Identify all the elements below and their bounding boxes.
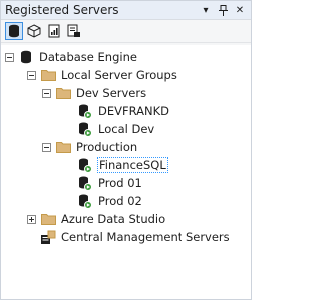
tree-node-devfrankd[interactable]: DEVFRANKD — [77, 103, 170, 119]
analysis-services-tool-icon[interactable] — [25, 22, 43, 40]
collapse-icon[interactable] — [27, 70, 36, 80]
expand-icon[interactable] — [27, 214, 36, 224]
collapse-icon[interactable] — [42, 88, 51, 98]
server-running-icon — [77, 175, 93, 191]
panel-titlebar: Registered Servers ▾ ✕ — [1, 1, 251, 20]
server-running-icon — [77, 103, 93, 119]
folder-icon — [40, 67, 56, 83]
collapse-icon[interactable] — [42, 142, 51, 152]
central-management-servers-icon — [40, 229, 56, 245]
server-running-icon — [77, 121, 93, 137]
tree-label: Local Dev — [98, 122, 155, 136]
pin-icon[interactable] — [216, 3, 230, 17]
tree-label: DEVFRANKD — [98, 104, 169, 118]
dropdown-icon[interactable]: ▾ — [199, 3, 213, 17]
tree-label: Database Engine — [39, 50, 137, 64]
tree-node-azure-data-studio[interactable]: Azure Data Studio — [27, 211, 166, 227]
server-running-icon — [77, 157, 93, 173]
folder-icon — [55, 139, 71, 155]
tree-label: Dev Servers — [76, 86, 147, 100]
database-engine-tool-icon[interactable] — [5, 22, 23, 40]
tree-node-local-server-groups[interactable]: Local Server Groups — [27, 67, 178, 83]
tree-node-database-engine[interactable]: Database Engine — [5, 49, 138, 65]
tree-node-central-management-servers[interactable]: Central Management Servers — [40, 229, 231, 245]
tree-label: Prod 01 — [98, 176, 142, 190]
collapse-icon[interactable] — [5, 52, 14, 62]
integration-services-tool-icon[interactable] — [65, 22, 83, 40]
tree-label: Local Server Groups — [61, 68, 177, 82]
tree-node-financesql[interactable]: FinanceSQL — [77, 157, 168, 173]
server-running-icon — [77, 193, 93, 209]
tree-node-local-dev[interactable]: Local Dev — [77, 121, 155, 137]
tree-label-selected: FinanceSQL — [97, 157, 168, 173]
tree-label: Production — [76, 140, 138, 154]
reporting-services-tool-icon[interactable] — [45, 22, 63, 40]
folder-icon — [40, 211, 56, 227]
tree-node-dev-servers[interactable]: Dev Servers — [42, 85, 147, 101]
database-icon — [18, 49, 34, 65]
panel-title: Registered Servers — [5, 3, 119, 17]
tree-node-prod-02[interactable]: Prod 02 — [77, 193, 143, 209]
tree-label: Central Management Servers — [61, 230, 230, 244]
server-tree: Database Engine Local Server Groups Dev … — [1, 45, 251, 299]
close-icon[interactable]: ✕ — [233, 3, 247, 17]
folder-icon — [55, 85, 71, 101]
tree-label: Azure Data Studio — [61, 212, 166, 226]
registered-servers-window: Registered Servers ▾ ✕ Database Engine L… — [0, 0, 252, 300]
tree-label: Prod 02 — [98, 194, 142, 208]
toolbar — [1, 20, 251, 43]
tree-node-prod-01[interactable]: Prod 01 — [77, 175, 143, 191]
tree-node-production[interactable]: Production — [42, 139, 138, 155]
